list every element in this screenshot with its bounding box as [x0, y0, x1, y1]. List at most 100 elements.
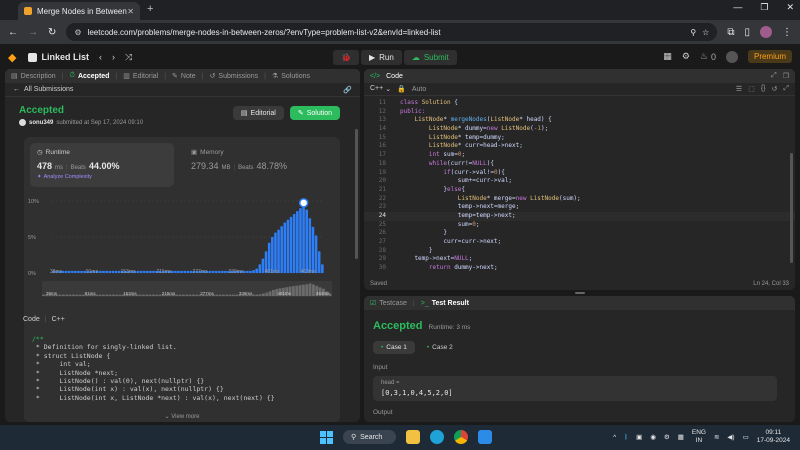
problem-list-title[interactable]: Linked List	[41, 52, 89, 62]
edge-icon[interactable]	[430, 430, 445, 444]
left-scrollbar[interactable]	[355, 129, 358, 259]
format-icon[interactable]: {}	[761, 85, 766, 93]
chart-bar[interactable]	[224, 270, 227, 273]
chart-bar[interactable]	[208, 270, 212, 273]
volume-icon[interactable]: ◀)	[727, 433, 734, 441]
zoom-icon[interactable]: ⚲	[690, 28, 696, 37]
tray-misc-icon[interactable]: ▦	[678, 433, 684, 441]
sidebar-icon[interactable]: ▯	[744, 27, 750, 38]
tab-description[interactable]: ▤ Description	[11, 72, 56, 81]
expand-icon[interactable]: ⤢	[771, 72, 777, 80]
profile-avatar[interactable]	[760, 26, 772, 38]
fullscreen-icon[interactable]: ⤢	[783, 85, 789, 93]
editor-line[interactable]: 18 while(curr!=NULL){	[364, 160, 795, 169]
editor-line[interactable]: 28 }	[364, 247, 795, 256]
case-2-tab[interactable]: • Case 2	[421, 341, 459, 354]
chart-bar[interactable]	[321, 264, 324, 273]
editor-line[interactable]: 25 sum=0;	[364, 221, 795, 230]
chart-bar[interactable]	[289, 216, 293, 273]
highlight-marker[interactable]	[298, 198, 309, 208]
editor-line[interactable]: 29 temp->next=NULL;	[364, 255, 795, 264]
chart-bar[interactable]	[296, 211, 299, 273]
chart-bar[interactable]	[317, 251, 321, 273]
extensions-icon[interactable]: ⧉	[727, 27, 734, 38]
chart-bar[interactable]	[311, 226, 315, 273]
site-info-icon[interactable]: ⚙	[74, 28, 81, 37]
chart-bar[interactable]	[183, 270, 187, 273]
chart-bar[interactable]	[142, 270, 146, 273]
window-close-button[interactable]: ✕	[786, 2, 794, 13]
taskbar-search[interactable]: ⚲ Search	[343, 430, 397, 444]
chart-bar[interactable]	[70, 270, 74, 273]
editor-line[interactable]: 21 }else{	[364, 186, 795, 195]
chart-bar[interactable]	[217, 270, 221, 273]
chart-bar[interactable]	[280, 226, 283, 273]
chart-bar[interactable]	[286, 219, 290, 273]
language-select[interactable]: C++ ⌄	[370, 85, 391, 93]
tab-note[interactable]: ✎ Note	[172, 72, 196, 81]
leetcode-logo-icon[interactable]: ◆	[8, 51, 16, 64]
analyze-complexity-link[interactable]: Analyze Complexity	[44, 174, 92, 180]
back-arrow-icon[interactable]: ←	[8, 27, 18, 38]
chart-bar[interactable]	[108, 270, 112, 273]
chart-bar[interactable]	[271, 237, 274, 273]
chart-bar[interactable]	[152, 270, 155, 273]
wifi-icon[interactable]: ≋	[714, 433, 719, 441]
chart-bar[interactable]	[314, 235, 318, 273]
chart-bar[interactable]	[258, 264, 262, 273]
test-result-tab[interactable]: >_ Test Result	[421, 300, 469, 307]
maximize-button[interactable]: ❐	[760, 2, 768, 13]
chart-bar[interactable]	[105, 270, 108, 273]
chart-bar[interactable]	[252, 270, 255, 273]
editor-line[interactable]: 30 return dummy->next;	[364, 264, 795, 271]
vscode-icon[interactable]	[478, 430, 493, 444]
chart-bar[interactable]	[292, 213, 296, 273]
prev-problem-icon[interactable]: ‹	[99, 52, 102, 62]
editor-line[interactable]: 23 temp->next=merge;	[364, 203, 795, 212]
tray-chevron-up-icon[interactable]: ^	[613, 434, 616, 441]
chart-bar[interactable]	[139, 270, 143, 273]
chart-bar[interactable]	[80, 270, 83, 273]
chart-bar[interactable]	[277, 229, 280, 273]
runtime-overview-chart[interactable]: 38ms 91ms 153ms 215ms 277ms 339ms 401ms 463ms	[42, 281, 332, 297]
chart-bar[interactable]	[308, 218, 312, 273]
editor-line[interactable]: 14 ListNode* dummy=new ListNode(-1);	[364, 125, 795, 134]
forward-arrow-icon[interactable]: →	[28, 27, 38, 38]
chart-bar[interactable]	[177, 270, 180, 273]
bookmark-star-icon[interactable]: ☆	[702, 28, 709, 37]
editorial-button[interactable]: ▤ Editorial	[232, 106, 284, 120]
new-tab-button[interactable]: +	[147, 3, 153, 15]
chart-bar[interactable]	[274, 232, 277, 273]
shuffle-icon[interactable]: ⤨	[125, 52, 132, 63]
chart-bar[interactable]	[246, 270, 249, 273]
solution-button[interactable]: ✎ Solution	[289, 106, 340, 120]
chart-bar[interactable]	[149, 270, 152, 273]
chart-bar[interactable]	[67, 270, 71, 273]
settings-gear-icon[interactable]: ⚙	[664, 433, 670, 441]
editor-line[interactable]: 27 curr=curr->next;	[364, 238, 795, 247]
runtime-card[interactable]: ◷ Runtime 478 ms | Beats 44.00% ✦ Analyze …	[30, 143, 174, 187]
premium-button[interactable]: Premium	[747, 50, 792, 63]
address-bar[interactable]: ⚙ leetcode.com/problems/merge-nodes-in-b…	[66, 23, 718, 41]
editor-line[interactable]: 15 ListNode* temp=dummy;	[364, 134, 795, 143]
editor-line[interactable]: 26 }	[364, 229, 795, 238]
next-problem-icon[interactable]: ›	[112, 52, 115, 62]
browser-menu-icon[interactable]: ⋮	[782, 27, 792, 38]
chart-bar[interactable]	[255, 268, 258, 273]
network-icon[interactable]: ◉	[650, 433, 656, 441]
chart-bar[interactable]	[180, 270, 183, 273]
editor-line[interactable]: 19 if(curr->val!=0){	[364, 169, 795, 178]
view-more-link[interactable]: View more	[171, 414, 199, 420]
panel-resize-handle[interactable]	[575, 292, 585, 294]
tab-editorial[interactable]: ▥ Editorial	[123, 72, 158, 81]
chart-bar[interactable]	[77, 270, 80, 273]
windows-start-icon[interactable]	[320, 430, 333, 444]
runtime-distribution-chart[interactable]: 10% 5% 0% 38ms 91ms 153ms 215ms 277ms 339ms 401ms…	[24, 189, 340, 279]
chart-bar[interactable]	[74, 270, 77, 273]
submit-button[interactable]: ☁ Submit	[403, 50, 457, 65]
chart-bar[interactable]	[64, 270, 68, 273]
editor-line[interactable]: 24 temp=temp->next;	[364, 211, 795, 221]
code-tab[interactable]: Code	[386, 73, 403, 80]
chart-bar[interactable]	[302, 203, 305, 273]
chart-bar[interactable]	[102, 270, 105, 273]
